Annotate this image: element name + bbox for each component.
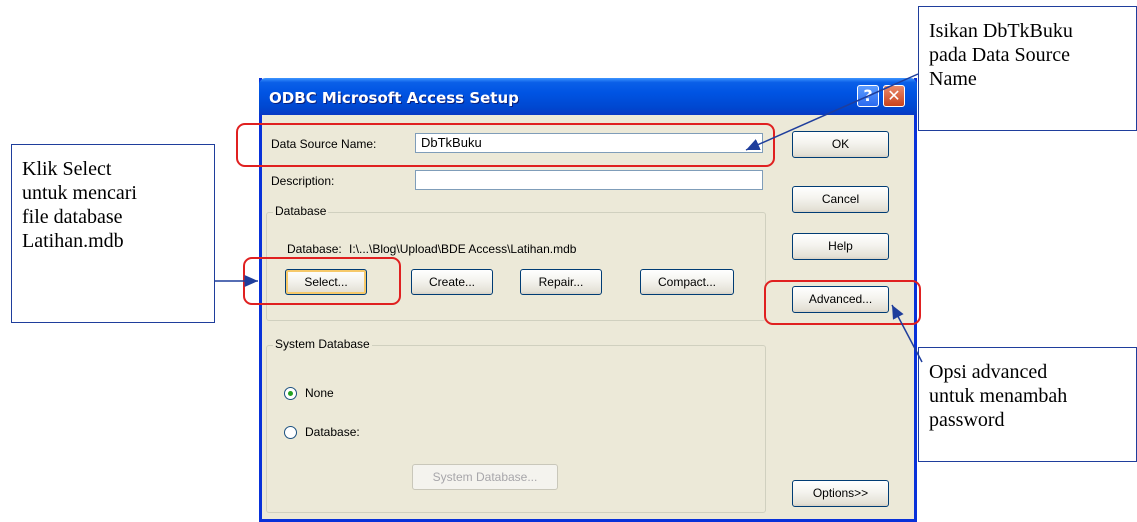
- arrow-to-data-source-name: [745, 73, 919, 151]
- callout-arrows: [215, 73, 923, 363]
- arrow-to-advanced: [891, 304, 923, 363]
